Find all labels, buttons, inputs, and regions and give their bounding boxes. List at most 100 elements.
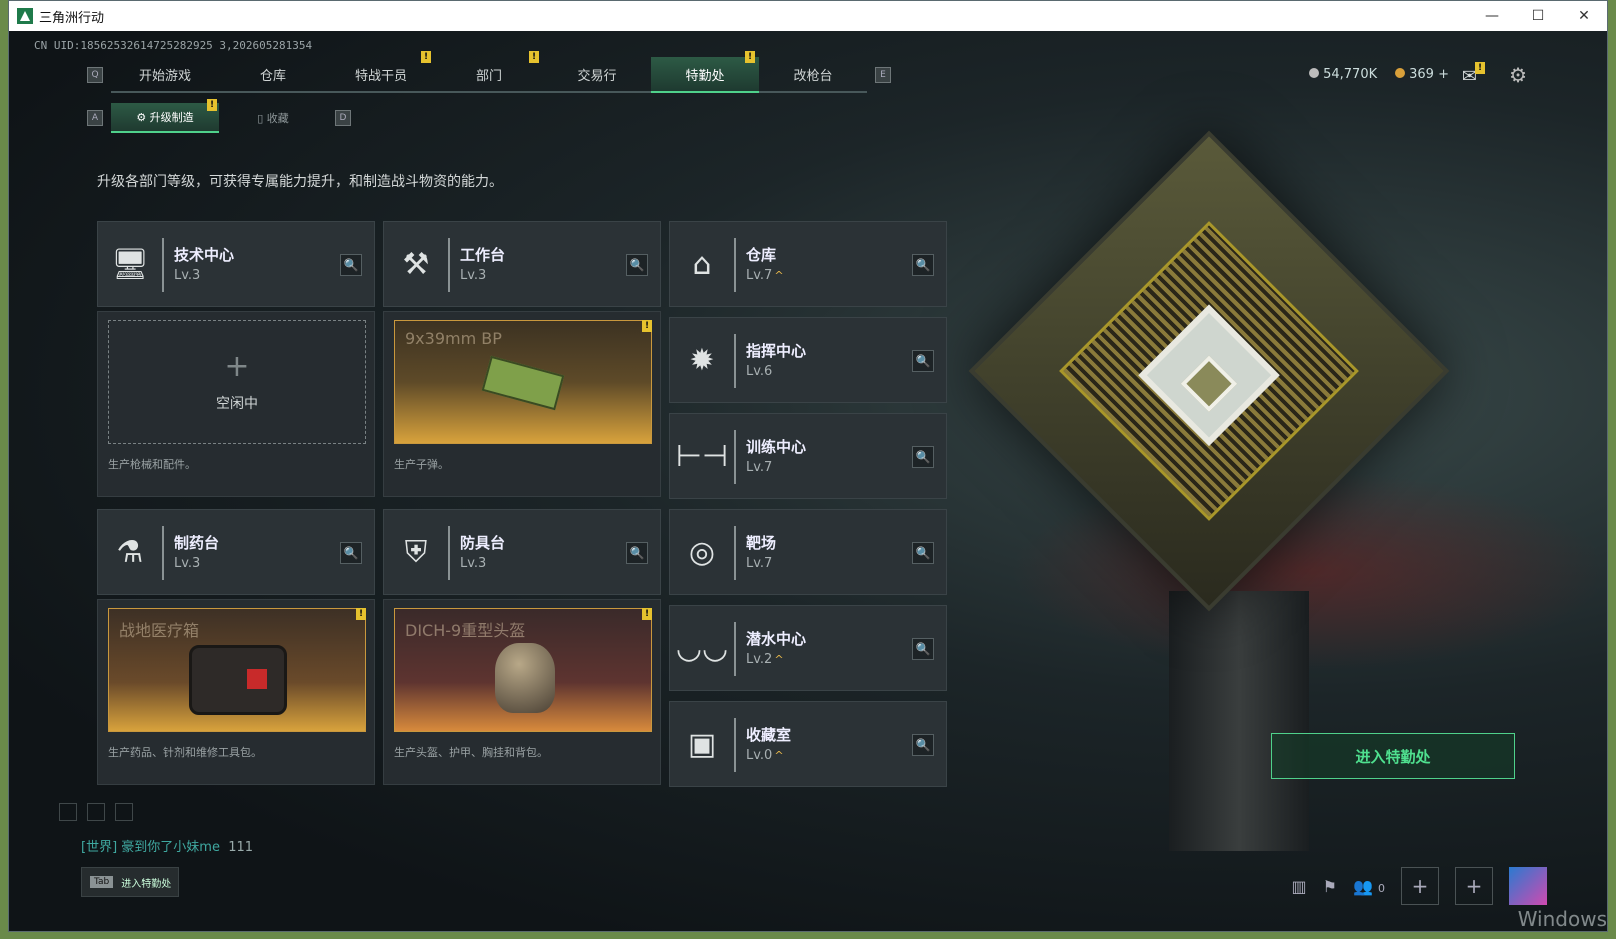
currency-bar: 54,770K 369 + <box>1309 67 1527 82</box>
tab-key-left: Q <box>87 67 103 83</box>
helmet-image: DICH-9重型头盔 ! <box>394 608 652 732</box>
facility-level: Lv.3 <box>174 268 201 283</box>
facility-level: Lv.6 <box>746 364 773 379</box>
facility-level: Lv.7 <box>746 460 773 475</box>
facility-card-armor[interactable]: ⛨ 防具台 Lv.3 🔍 <box>383 509 661 595</box>
facility-card-collection[interactable]: ▣ 收藏室 Lv.0 ^ 🔍 <box>669 701 947 787</box>
subtab-upgrade[interactable]: ⚙ 升级制造! <box>111 99 219 133</box>
gold-coin-icon <box>1395 68 1406 78</box>
search-icon[interactable]: 🔍 <box>340 542 362 564</box>
facility-level: Lv.7 ^ <box>746 268 784 283</box>
production-slot-tech[interactable]: + 空闲中 生产枪械和配件。 <box>97 311 375 497</box>
microscope-icon: ⚗ <box>116 534 144 570</box>
mail-alert-badge: ! <box>1475 62 1485 74</box>
facility-level: Lv.3 <box>460 268 487 283</box>
app-logo-icon <box>17 8 33 24</box>
minimize-button[interactable]: — <box>1469 1 1515 31</box>
tab-alert-badge: ! <box>421 51 431 63</box>
ammo-box-image: 9x39mm BP ! <box>394 320 652 444</box>
subtab-alert-badge: ! <box>207 99 217 111</box>
windows-watermark: Windows <box>1517 907 1607 931</box>
uid-label: CN UID:18562532614725282925 3,2026052813… <box>34 39 313 52</box>
silver-currency: 54,770K <box>1309 67 1377 82</box>
mail-icon[interactable]: ✉! <box>1462 62 1485 87</box>
tab-start-game[interactable]: 开始游戏 <box>111 57 219 93</box>
production-slot-armor[interactable]: DICH-9重型头盔 ! 生产头盔、护甲、胸挂和背包。 <box>383 599 661 785</box>
subtab-key-left: A <box>87 110 103 126</box>
avatar[interactable] <box>1509 867 1547 905</box>
stats-icon[interactable]: ▥ <box>1292 877 1307 896</box>
tools-icon: ⚒ <box>402 246 430 282</box>
flag-icon[interactable]: ⚑ <box>1323 877 1337 896</box>
enter-special-ops-button[interactable]: 进入特勤处 <box>1271 733 1515 779</box>
search-icon[interactable]: 🔍 <box>340 254 362 276</box>
monitor-icon: 🖥 <box>110 246 150 282</box>
add-gold-button[interactable]: + <box>1438 67 1449 82</box>
dumbbell-icon: ⊢⊣ <box>675 438 729 474</box>
bottom-toolbar: ▥ ⚑ 👥 0 + + <box>1292 867 1547 905</box>
tab-alert-badge: ! <box>745 51 755 63</box>
search-icon[interactable]: 🔍 <box>912 254 934 276</box>
facility-level: Lv.3 <box>460 556 487 571</box>
facility-card-warehouse[interactable]: ⌂ 仓库 Lv.7 ^ 🔍 <box>669 221 947 307</box>
maximize-button[interactable]: ☐ <box>1515 1 1561 31</box>
facility-card-command[interactable]: ✹ 指挥中心 Lv.6 🔍 <box>669 317 947 403</box>
display-case-icon: ▣ <box>687 726 717 762</box>
target-icon: ◎ <box>688 534 716 570</box>
tab-hint-button[interactable]: Tab 进入特勤处 <box>81 867 179 897</box>
tab-key-right: E <box>875 67 891 83</box>
chat-line: [世界] 豪到你了小妹me 111 <box>81 840 254 855</box>
alert-badge: ! <box>642 320 652 332</box>
sub-tabs: A ⚙ 升级制造! ▯ 收藏 D <box>79 99 359 133</box>
facility-level: Lv.0 ^ <box>746 748 784 763</box>
gear-icon[interactable]: ⚙ <box>1509 63 1527 87</box>
facility-card-workbench[interactable]: ⚒ 工作台 Lv.3 🔍 <box>383 221 661 307</box>
tab-warehouse[interactable]: 仓库 <box>219 57 327 93</box>
subtab-key-right: D <box>335 110 351 126</box>
production-slot-workbench[interactable]: 9x39mm BP ! 生产子弹。 <box>383 311 661 497</box>
warehouse-icon: ⌂ <box>692 246 712 282</box>
facility-card-range[interactable]: ◎ 靶场 Lv.7 🔍 <box>669 509 947 595</box>
upgrade-arrow-icon: ^ <box>774 653 784 666</box>
search-icon[interactable]: 🔍 <box>912 350 934 372</box>
alert-badge: ! <box>356 608 366 620</box>
tab-alert-badge: ! <box>529 51 539 63</box>
game-window: 三角洲行动 — ☐ ✕ CN UID:18562532614725282925 … <box>8 0 1608 932</box>
search-icon[interactable]: 🔍 <box>626 254 648 276</box>
tab-operators[interactable]: 特战干员! <box>327 51 435 93</box>
facility-card-dive[interactable]: ◡◡ 潜水中心 Lv.2 ^ 🔍 <box>669 605 947 691</box>
subtab-collect[interactable]: ▯ 收藏 <box>219 103 327 133</box>
upgrade-arrow-icon: ^ <box>774 749 784 762</box>
gold-currency[interactable]: 369 + <box>1395 67 1449 82</box>
dive-mask-icon: ◡◡ <box>675 630 729 666</box>
production-slot-pharmacy[interactable]: 战地医疗箱 ! 生产药品、针剂和维修工具包。 <box>97 599 375 785</box>
tab-departments[interactable]: 部门! <box>435 51 543 93</box>
page-description: 升级各部门等级，可获得专属能力提升，和制造战斗物资的能力。 <box>97 174 503 190</box>
search-icon[interactable]: 🔍 <box>912 734 934 756</box>
close-button[interactable]: ✕ <box>1561 1 1607 31</box>
silver-coin-icon <box>1309 68 1320 78</box>
main-tabs: Q 开始游戏 仓库 特战干员! 部门! 交易行 特勤处! 改枪台 E <box>79 51 899 93</box>
search-icon[interactable]: 🔍 <box>912 542 934 564</box>
facility-level: Lv.2 ^ <box>746 652 784 667</box>
add-slot-button[interactable]: + <box>1455 867 1493 905</box>
search-icon[interactable]: 🔍 <box>912 446 934 468</box>
facility-level: Lv.3 <box>174 556 201 571</box>
add-slot-button[interactable]: + <box>1401 867 1439 905</box>
friends-icon[interactable]: 👥 0 <box>1353 877 1385 896</box>
tab-gunsmith[interactable]: 改枪台 <box>759 57 867 93</box>
search-icon[interactable]: 🔍 <box>626 542 648 564</box>
tab-trade[interactable]: 交易行 <box>543 57 651 93</box>
facility-card-tech[interactable]: 🖥 技术中心 Lv.3 🔍 <box>97 221 375 307</box>
facility-level: Lv.7 <box>746 556 773 571</box>
tab-special-ops[interactable]: 特勤处! <box>651 51 759 93</box>
cube-pillar <box>1169 591 1309 851</box>
medkit-image: 战地医疗箱 ! <box>108 608 366 732</box>
search-icon[interactable]: 🔍 <box>912 638 934 660</box>
facility-card-training[interactable]: ⊢⊣ 训练中心 Lv.7 🔍 <box>669 413 947 499</box>
empty-slot[interactable]: + 空闲中 <box>108 320 366 444</box>
upgrade-arrow-icon: ^ <box>774 269 784 282</box>
facility-card-pharmacy[interactable]: ⚗ 制药台 Lv.3 🔍 <box>97 509 375 595</box>
command-icon: ✹ <box>689 342 715 378</box>
alert-badge: ! <box>642 608 652 620</box>
